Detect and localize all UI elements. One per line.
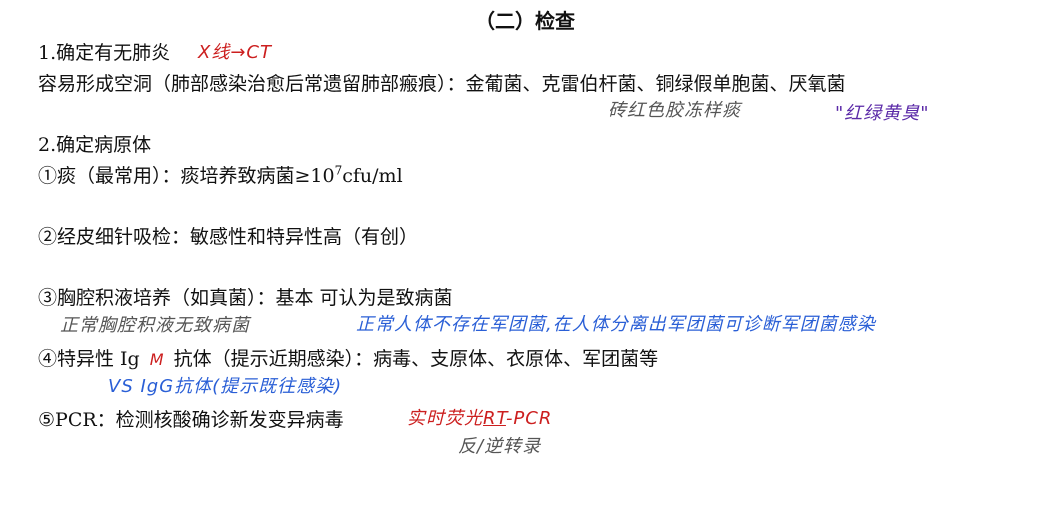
item-pcr: ⑤PCR：检测核酸确诊新发变异病毒 [38,409,344,431]
item-sputum-text: ①痰（最常用）：痰培养致病菌≥10 [38,165,335,187]
item-igm-post: 抗体（提示近期感染）：病毒、支原体、衣原体、军团菌等 [173,348,659,370]
note-reverse-transcription: 反/逆转录 [458,436,542,457]
heading-pathogen: 2.确定病原体 [38,134,152,156]
item-igm-pre: ④特异性 Ig [38,348,140,370]
item-sputum-unit: cfu/ml [342,165,403,187]
note-rt: RT [483,408,506,429]
note-colors: "红绿黄臭" [835,103,930,124]
item-needle-biopsy: ②经皮细针吸检：敏感性和特异性高（有创） [38,226,419,248]
item-igm: ④特异性 Ig M 抗体（提示近期感染）：病毒、支原体、衣原体、军团菌等 [38,346,658,373]
note-igg: VS IgG抗体(提示既往感染) [108,376,343,397]
cavity-line: 容易形成空洞（肺部感染治愈后常遗留肺部瘢痕）：金葡菌、克雷伯杆菌、铜绿假单胞菌、… [38,73,846,95]
note-pleural-normal: 正常胸腔积液无致病菌 [60,315,250,336]
heading-pneumonia: 1.确定有无肺炎 [38,42,171,64]
note-rt-pcr-a: 实时荧光 [407,408,483,429]
item-sputum: ①痰（最常用）：痰培养致病菌≥107cfu/ml [38,163,403,189]
note-legionella: 正常人体不存在军团菌,在人体分离出军团菌可诊断军团菌感染 [356,314,876,335]
note-sputum: 砖红色胶冻样痰 [608,100,741,121]
note-rt-pcr: 实时荧光RT-PCR [407,407,552,431]
note-xray-ct: X线→CT [198,42,272,63]
igm-m-mark: M [149,350,164,369]
note-rt-pcr-b: -PCR [505,408,553,429]
section-title: （二）检查 [475,9,575,33]
item-pleural-culture: ③胸腔积液培养（如真菌）：基本 可认为是致病菌 [38,287,453,309]
